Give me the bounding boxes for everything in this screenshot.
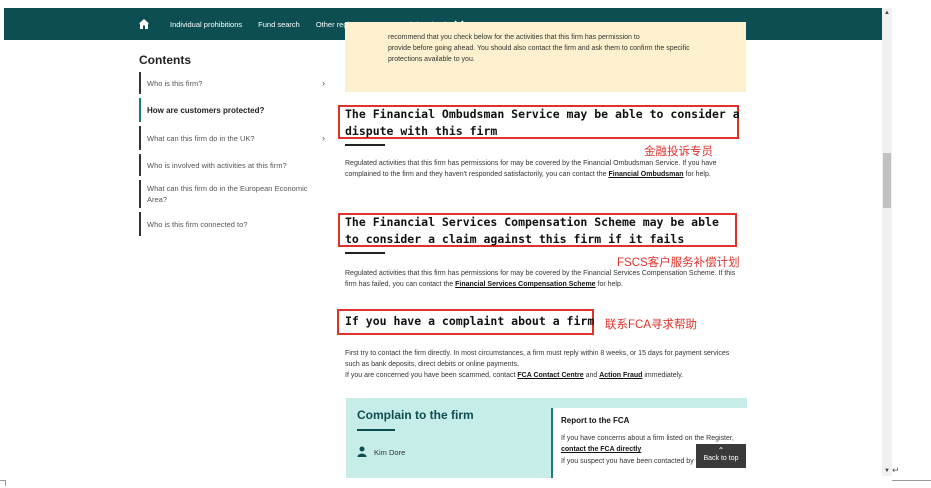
fscs-text-part: for help. — [597, 281, 623, 288]
toc-label: What can this firm do in the UK? — [147, 133, 255, 143]
heading-underline — [345, 252, 385, 254]
fscs-heading: The Financial Services Compensation Sche… — [345, 215, 719, 246]
complaint-text-part: First try to contact the firm directly. … — [345, 350, 730, 368]
person-icon — [357, 446, 367, 459]
report-text-part: If you have concerns about a firm listed… — [561, 435, 734, 442]
contact-name: Kim Dore — [374, 448, 406, 457]
nav-label: Fund search — [258, 19, 300, 29]
action-fraud-link[interactable]: Action Fraud — [599, 372, 642, 379]
toc-item-eea[interactable]: What can this firm do in the European Ec… — [139, 180, 329, 208]
complaint-text-part: immediately. — [644, 372, 684, 379]
window-corner — [0, 480, 6, 486]
toc-label: What can this firm do in the European Ec… — [147, 184, 308, 204]
heading-underline — [345, 144, 385, 146]
complaint-heading: If you have a complaint about a firm — [345, 314, 595, 328]
nav-label: Individual prohibitions — [170, 19, 243, 29]
page: Individual prohibitions Fund search Othe… — [0, 0, 931, 488]
toc-label: Who is this firm? — [147, 78, 203, 88]
contents-list: Who is this firm? › How are customers pr… — [139, 72, 329, 240]
home-icon[interactable] — [138, 17, 152, 31]
nav-individual-prohibitions[interactable]: Individual prohibitions — [170, 20, 242, 29]
complaint-text-line: If you are concerned you have been scamm… — [345, 370, 745, 381]
toc-label: Who is involved with activities at this … — [147, 160, 287, 170]
scrollbar[interactable]: ▲ ▼ — [882, 8, 892, 476]
toc-label: How are customers protected? — [147, 105, 265, 115]
nav-fund-search[interactable]: Fund search — [258, 20, 300, 29]
complaint-text-part: and — [585, 372, 598, 379]
paragraph-mark-icon: ↵ — [892, 465, 900, 475]
toc-item-who-is-involved[interactable]: Who is involved with activities at this … — [139, 154, 329, 176]
complain-title: Complain to the firm — [357, 408, 474, 422]
contact-fca-link[interactable]: contact the FCA directly — [561, 446, 641, 453]
chevron-right-icon: › — [322, 78, 325, 88]
chevron-right-icon: › — [322, 133, 325, 143]
back-to-top-button[interactable]: ⌃ Back to top — [696, 444, 746, 468]
fos-text: Regulated activities that this firm has … — [345, 158, 740, 180]
complaint-annotation: 联系FCA寻求帮助 — [605, 319, 697, 331]
window-corner — [892, 480, 931, 486]
complaint-text-part: If you are concerned you have been scamm… — [345, 372, 516, 379]
toc-item-what-can-firm-do-uk[interactable]: What can this firm do in the UK? › — [139, 126, 329, 150]
notice-box: recommend that you check below for the a… — [345, 22, 746, 92]
fscs-link[interactable]: Financial Services Compensation Scheme — [455, 281, 595, 288]
complaint-text: First try to contact the firm directly. … — [345, 348, 745, 381]
toc-item-how-are-customers-protected[interactable]: How are customers protected? — [139, 98, 329, 122]
scroll-down-arrow-icon[interactable]: ▼ — [884, 468, 890, 474]
fos-text-part: for help. — [685, 171, 711, 178]
fos-heading: The Financial Ombudsman Service may be a… — [345, 107, 740, 138]
scroll-up-arrow-icon[interactable]: ▲ — [884, 10, 890, 16]
fscs-text: Regulated activities that this firm has … — [345, 268, 740, 290]
heading-underline — [357, 429, 395, 431]
contents-title: Contents — [139, 53, 191, 67]
notice-line: protections available to you. — [388, 56, 475, 63]
financial-ombudsman-link[interactable]: Financial Ombudsman — [608, 171, 683, 178]
scrollbar-thumb[interactable] — [883, 153, 891, 208]
report-title: Report to the FCA — [561, 416, 630, 425]
notice-line: recommend that you check below for the a… — [388, 34, 640, 41]
back-to-top-label: Back to top — [703, 455, 739, 462]
fos-annotation: 金融投诉专员 — [644, 146, 713, 158]
firm-contact: Kim Dore — [357, 446, 405, 459]
toc-item-who-is-this-firm[interactable]: Who is this firm? › — [139, 72, 329, 94]
caret-up-icon: ⌃ — [717, 446, 725, 455]
fca-contact-centre-link[interactable]: FCA Contact Centre — [517, 372, 583, 379]
toc-item-connected-to[interactable]: Who is this firm connected to? — [139, 212, 329, 236]
notice-line: provide before going ahead. You should a… — [388, 45, 690, 52]
toc-label: Who is this firm connected to? — [147, 219, 248, 229]
